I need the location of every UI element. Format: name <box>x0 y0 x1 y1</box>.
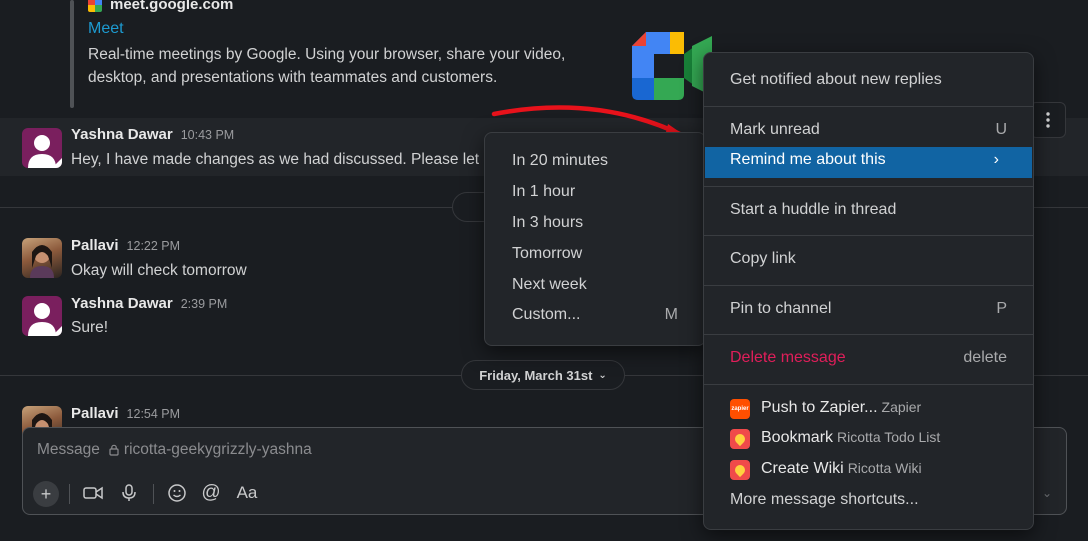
menu-item-remind-me[interactable]: Remind me about this <box>730 151 886 169</box>
menu-item-delete-message[interactable]: Delete message <box>730 349 846 367</box>
message-timestamp[interactable]: 2:39 PM <box>181 297 228 311</box>
smiley-icon <box>168 484 186 502</box>
chevron-down-icon: ⌄ <box>598 369 607 381</box>
remind-option-20-minutes[interactable]: In 20 minutes <box>512 152 608 170</box>
menu-item-bookmark[interactable]: Bookmark Ricotta Todo List <box>761 429 940 447</box>
audio-clip-button[interactable] <box>117 481 141 505</box>
preview-source: meet.google.com <box>88 0 233 13</box>
more-actions-button[interactable] <box>1030 102 1066 138</box>
remind-submenu: In 20 minutes In 1 hour In 3 hours Tomor… <box>484 132 706 346</box>
author-name[interactable]: Yashna Dawar <box>71 295 173 312</box>
message-text: Sure! <box>71 319 109 336</box>
menu-item-pin-to-channel[interactable]: Pin to channel <box>730 300 831 318</box>
menu-item-start-huddle[interactable]: Start a huddle in thread <box>730 201 896 219</box>
menu-item-push-to-zapier[interactable]: Push to Zapier... Zapier <box>761 399 921 417</box>
mark-unread-shortcut-key: U <box>995 121 1007 138</box>
remind-option-next-week[interactable]: Next week <box>512 276 587 294</box>
menu-separator <box>704 384 1033 385</box>
app-name-label: Ricotta Wiki <box>847 460 922 476</box>
zapier-logo-text: zapier <box>731 406 749 412</box>
toolbar-divider <box>153 484 154 504</box>
video-clip-button[interactable] <box>81 481 105 505</box>
app-action-label: Bookmark <box>761 429 834 446</box>
date-pill-label: Friday, March 31st <box>479 367 593 383</box>
formatting-button[interactable]: Aa <box>233 481 261 505</box>
emoji-button[interactable] <box>165 481 189 505</box>
message-timestamp[interactable]: 12:54 PM <box>127 407 181 421</box>
microphone-icon <box>122 484 136 501</box>
preview-source-label: meet.google.com <box>110 0 234 13</box>
lock-icon <box>109 444 119 456</box>
menu-item-copy-link[interactable]: Copy link <box>730 250 796 268</box>
custom-shortcut-key: M <box>664 306 678 323</box>
menu-separator <box>704 285 1033 286</box>
toolbar-divider <box>69 484 70 504</box>
chevron-down-icon: ⌄ <box>1041 486 1053 500</box>
zapier-app-icon: zapier <box>730 399 750 419</box>
menu-item-create-wiki[interactable]: Create Wiki Ricotta Wiki <box>761 460 922 478</box>
vertical-ellipsis-icon <box>1046 112 1050 128</box>
message-timestamp[interactable]: 10:43 PM <box>181 128 235 142</box>
menu-separator <box>704 334 1033 335</box>
message-author[interactable]: Pallavi 12:54 PM <box>71 405 180 422</box>
google-meet-logo-icon <box>632 32 712 100</box>
menu-item-get-notified[interactable]: Get notified about new replies <box>730 71 942 89</box>
author-name[interactable]: Pallavi <box>71 237 119 254</box>
composer-channel-name: ricotta-geekygrizzly-yashna <box>123 441 312 458</box>
composer-placeholder[interactable]: Message ricotta-geekygrizzly-yashna <box>37 441 312 459</box>
message-text: Hey, I have made changes as we had discu… <box>71 151 480 168</box>
app-name-label: Ricotta Todo List <box>837 429 941 445</box>
menu-item-mark-unread[interactable]: Mark unread <box>730 121 820 139</box>
pin-shortcut-key: P <box>996 300 1007 317</box>
message-context-menu: Get notified about new replies Mark unre… <box>703 52 1034 530</box>
default-user-avatar-icon <box>28 135 62 168</box>
date-pill-friday[interactable]: Friday, March 31st ⌄ <box>461 360 625 390</box>
avatar-yashna[interactable] <box>22 128 62 168</box>
menu-separator <box>704 235 1033 236</box>
app-name-label: Zapier <box>881 399 922 415</box>
chevron-right-icon: › <box>993 151 999 168</box>
at-sign-icon: @ <box>201 482 221 503</box>
remind-option-1-hour[interactable]: In 1 hour <box>512 183 575 201</box>
composer-placeholder-text: Message <box>37 441 100 458</box>
preview-quote-bar <box>70 0 74 108</box>
menu-separator <box>704 186 1033 187</box>
plus-icon: + <box>40 484 52 504</box>
author-name[interactable]: Pallavi <box>71 405 119 422</box>
message-author[interactable]: Yashna Dawar 10:43 PM <box>71 126 234 143</box>
google-meet-favicon-icon <box>88 0 102 12</box>
ricotta-app-icon <box>730 429 750 449</box>
text-format-icon: Aa <box>236 483 258 502</box>
preview-title-link[interactable]: Meet <box>88 20 124 38</box>
default-user-avatar-icon <box>28 303 62 336</box>
avatar-pallavi[interactable] <box>22 238 62 278</box>
preview-description: Real-time meetings by Google. Using your… <box>88 46 566 86</box>
message-author[interactable]: Pallavi 12:22 PM <box>71 237 180 254</box>
avatar-yashna[interactable] <box>22 296 62 336</box>
send-options-button[interactable]: ⌄ <box>1037 481 1057 505</box>
app-action-label: Create Wiki <box>761 460 844 477</box>
remind-option-custom[interactable]: Custom... <box>512 306 580 324</box>
message-text: Okay will check tomorrow <box>71 262 247 279</box>
remind-option-tomorrow[interactable]: Tomorrow <box>512 245 582 263</box>
menu-item-more-shortcuts[interactable]: More message shortcuts... <box>730 491 919 509</box>
app-action-label: Push to Zapier... <box>761 399 878 416</box>
remind-option-3-hours[interactable]: In 3 hours <box>512 214 583 232</box>
add-attachment-button[interactable]: + <box>33 481 59 507</box>
message-timestamp[interactable]: 12:22 PM <box>127 239 181 253</box>
video-camera-icon <box>83 486 103 500</box>
delete-shortcut-key: delete <box>963 349 1007 366</box>
profile-photo-icon <box>30 245 54 278</box>
message-author[interactable]: Yashna Dawar 2:39 PM <box>71 295 227 312</box>
author-name[interactable]: Yashna Dawar <box>71 126 173 143</box>
ricotta-app-icon <box>730 460 750 480</box>
mention-button[interactable]: @ <box>199 481 223 505</box>
menu-separator <box>704 106 1033 107</box>
